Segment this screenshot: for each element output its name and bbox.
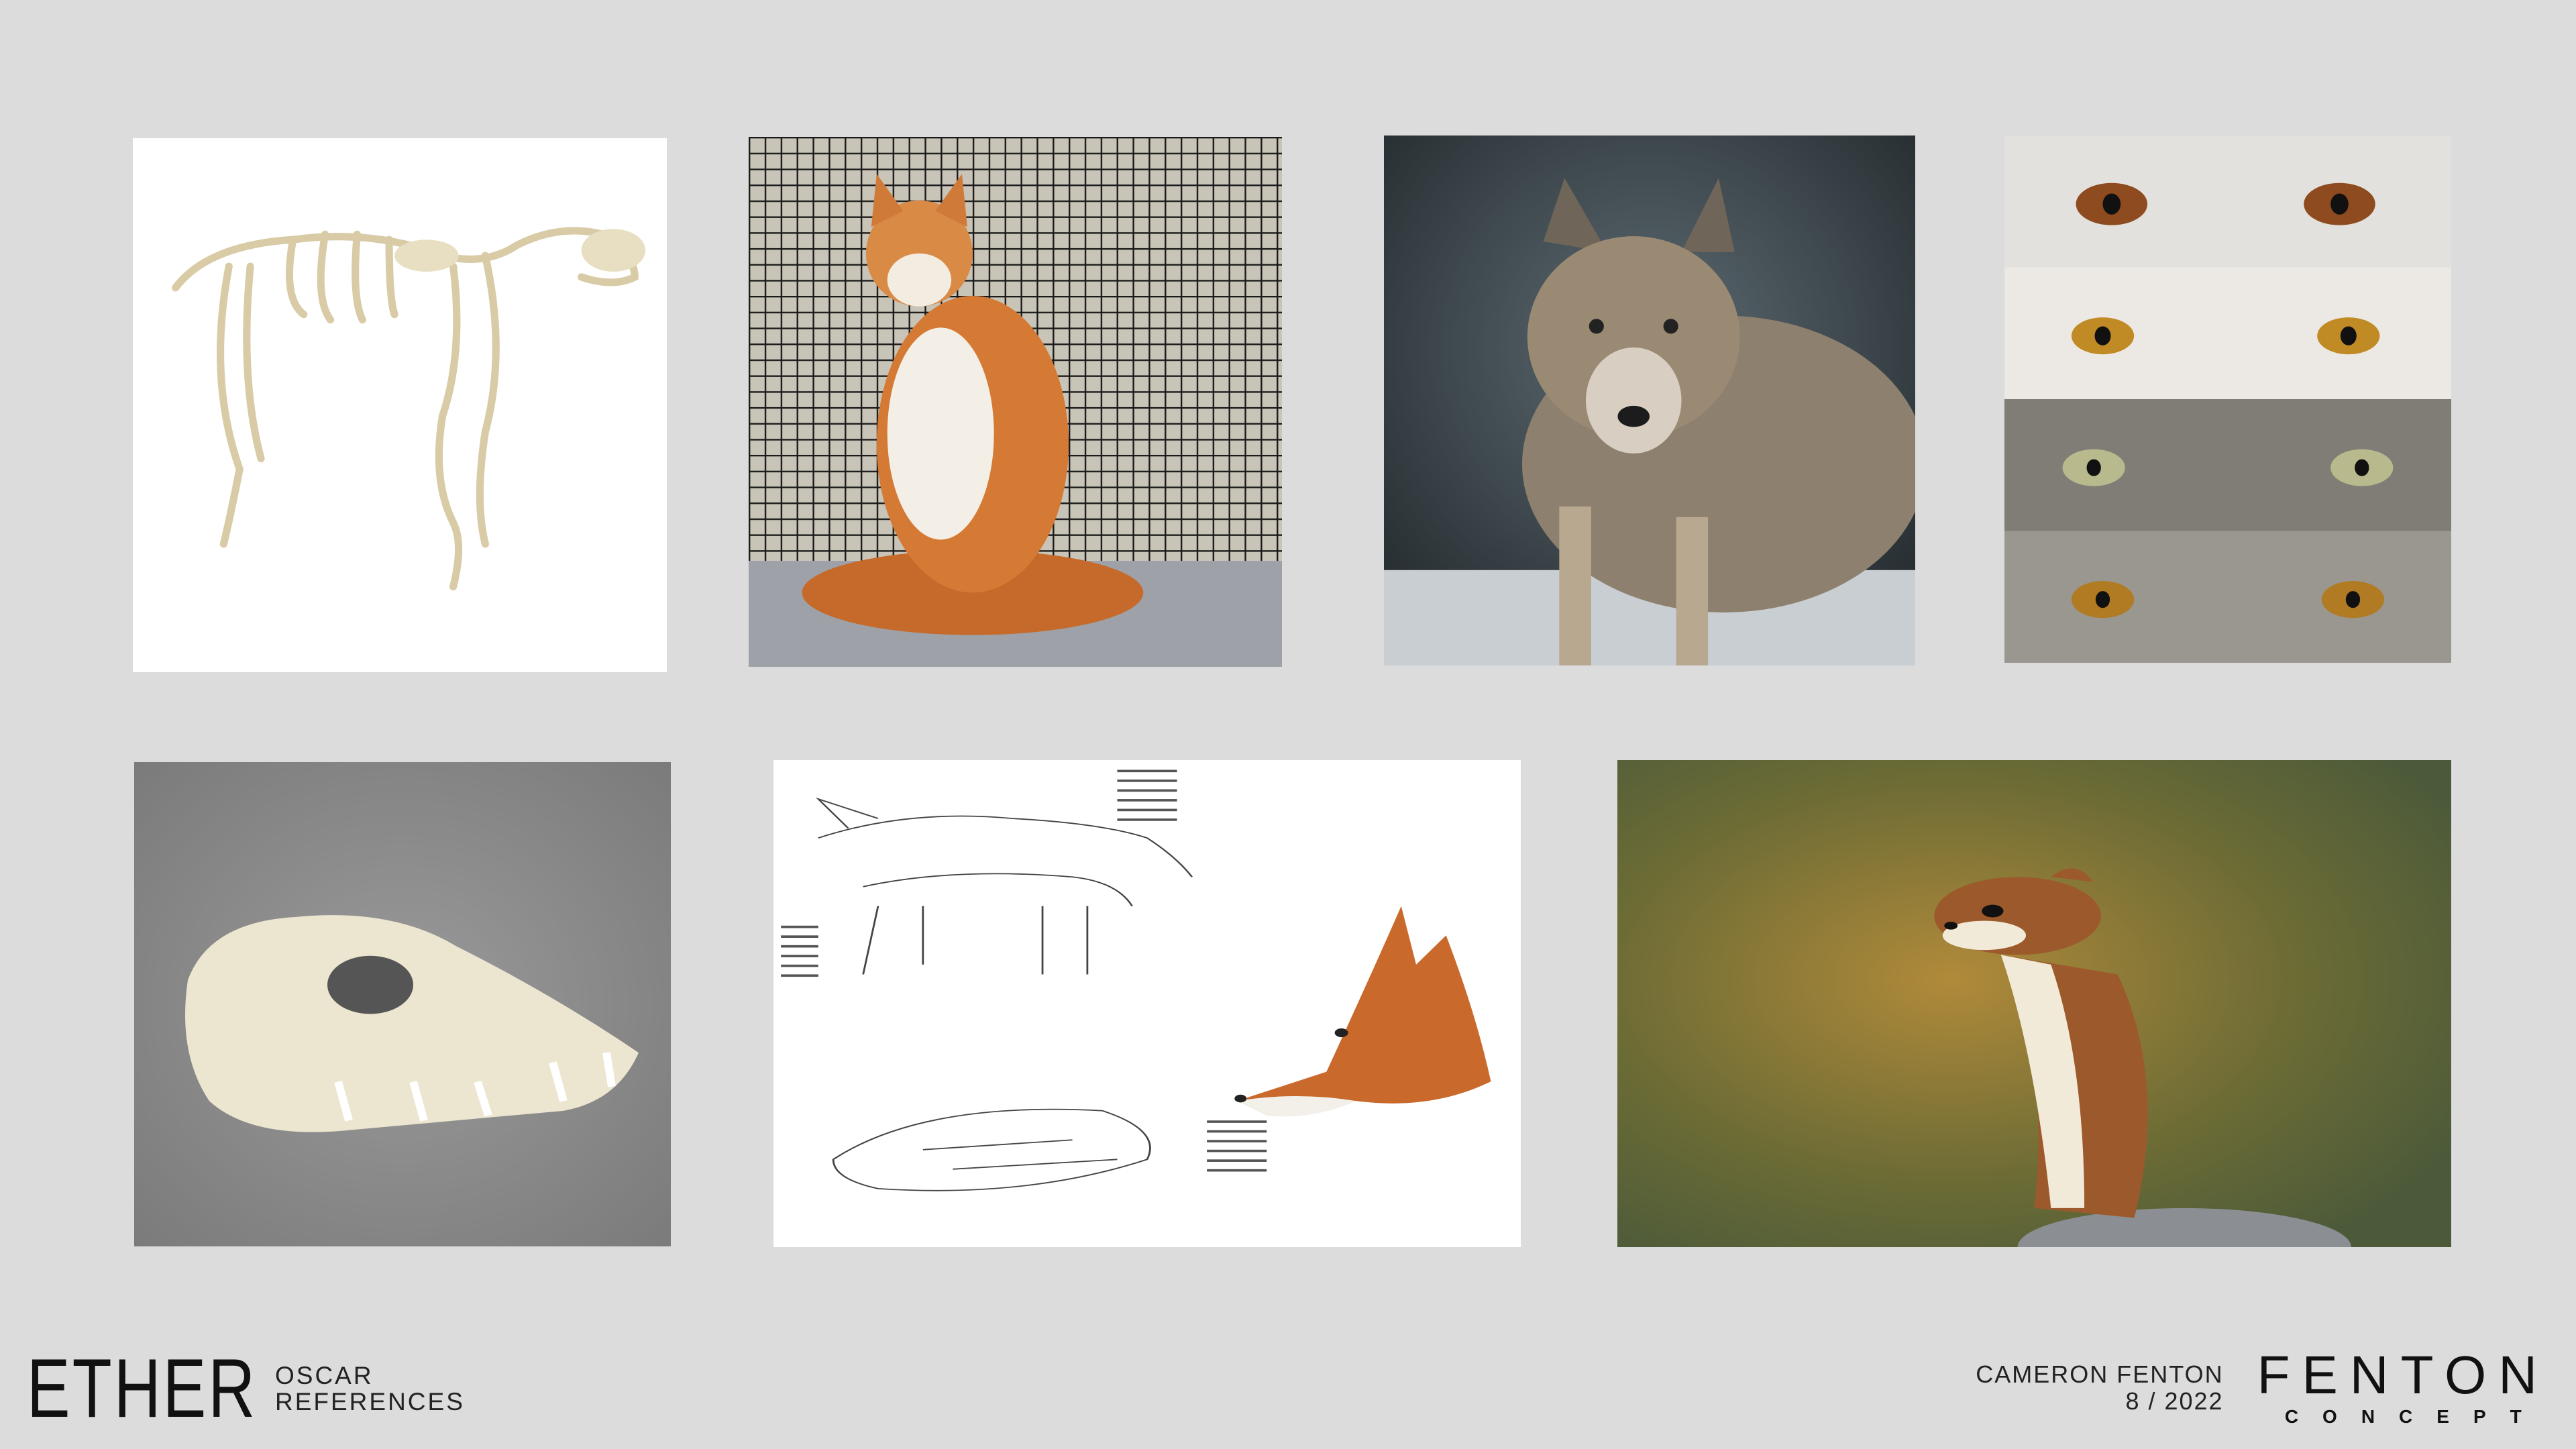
credit: CAMERON FENTON 8 / 2022 xyxy=(1976,1361,2223,1415)
subtitle-line-2: REFERENCES xyxy=(275,1388,465,1415)
reference-image-wolf-eyes xyxy=(2004,136,2451,663)
reference-image-fox-sketch xyxy=(773,760,1521,1247)
ether-logo: ETHER xyxy=(27,1342,258,1435)
brand-subtitle: CONCEPT xyxy=(2284,1406,2546,1427)
project-subtitle: OSCAR REFERENCES xyxy=(275,1362,465,1415)
author-name: CAMERON FENTON xyxy=(1976,1360,2224,1388)
footer-right: CAMERON FENTON 8 / 2022 FENTON CONCEPT xyxy=(1976,1348,2549,1428)
subtitle-line-1: OSCAR xyxy=(275,1362,374,1389)
reference-image-skull xyxy=(134,762,671,1246)
brand-name: FENTON xyxy=(2257,1345,2549,1405)
reference-image-skeleton xyxy=(133,138,667,672)
credit-date: 8 / 2022 xyxy=(2125,1387,2224,1415)
reference-image-wolf xyxy=(1384,136,1915,665)
reference-image-stoat xyxy=(1617,760,2451,1247)
footer-left: ETHER OSCAR REFERENCES xyxy=(27,1347,465,1430)
reference-image-cat xyxy=(749,137,1282,667)
fenton-concept-logo: FENTON CONCEPT xyxy=(2257,1348,2549,1428)
